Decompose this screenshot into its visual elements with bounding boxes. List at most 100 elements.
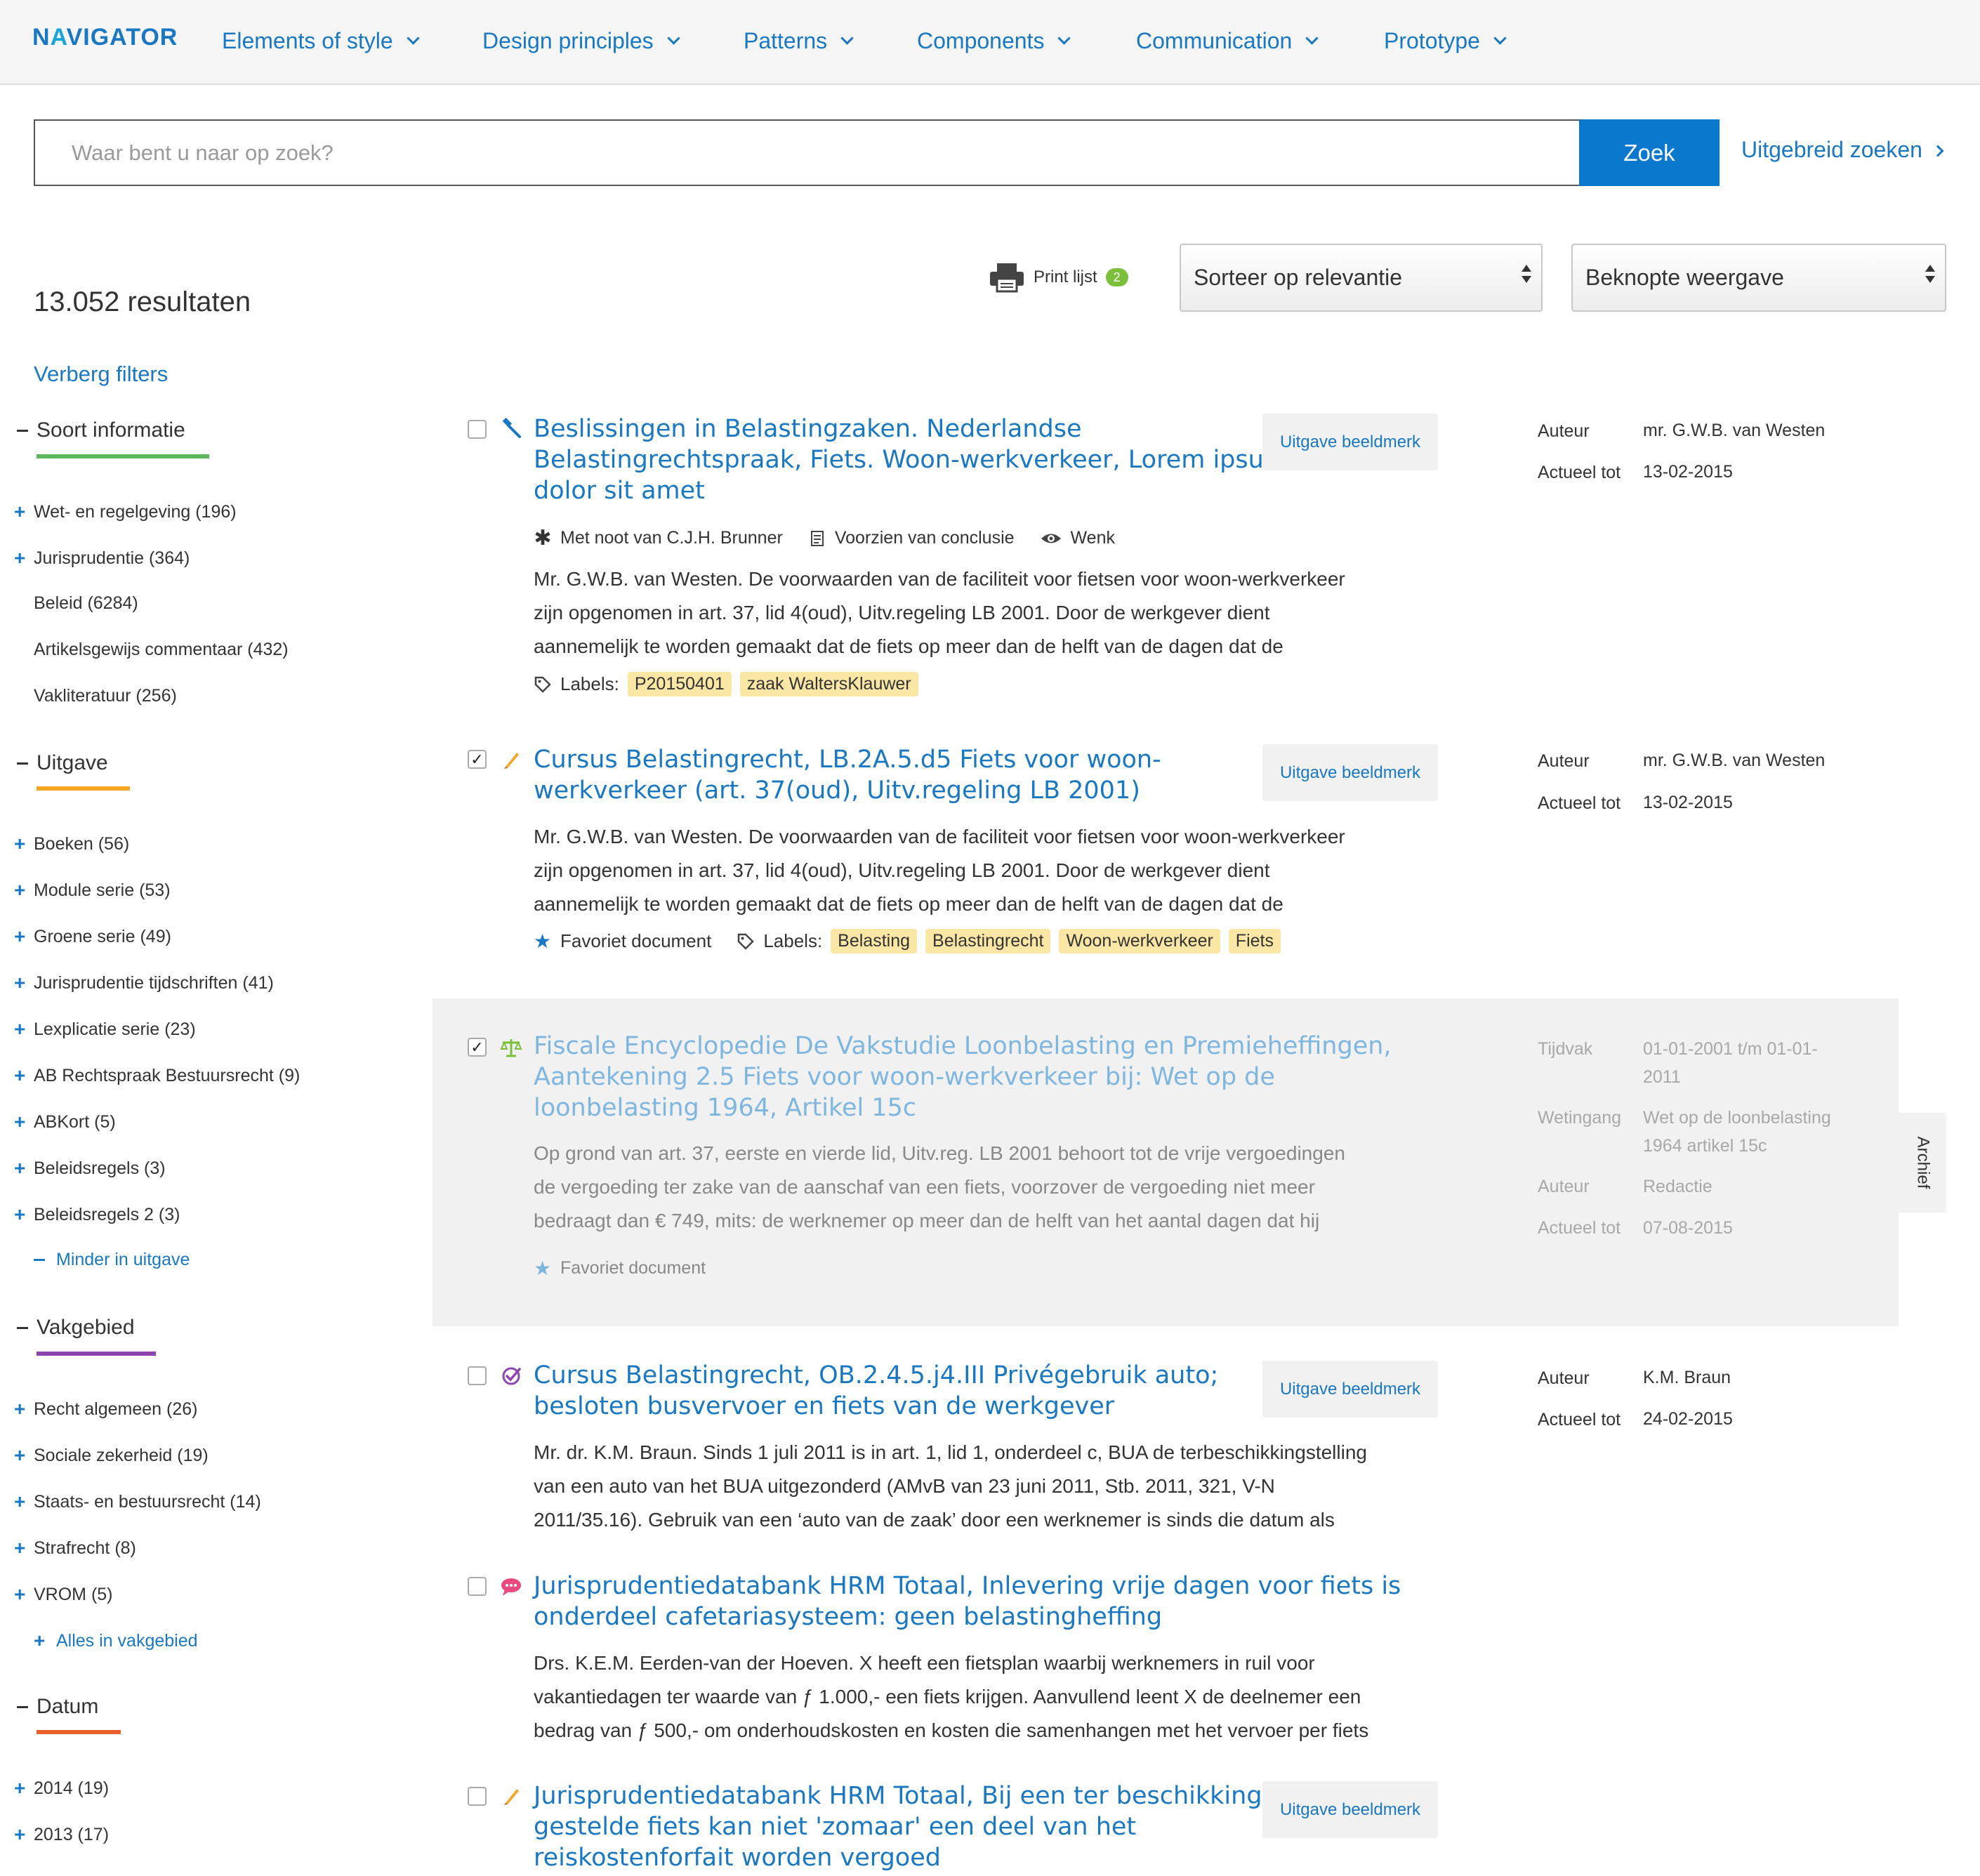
archive-tab[interactable]: Archief <box>1899 1113 1946 1213</box>
filter-item[interactable]: + Lexplicatie serie (23) <box>14 1018 196 1041</box>
search-button[interactable]: Zoek <box>1579 119 1720 186</box>
expand-icon: + <box>14 1823 26 1845</box>
feature-label: Met noot van C.J.H. Brunner <box>560 528 783 548</box>
less-in-uitgave-link[interactable]: Minder in uitgave <box>34 1250 190 1270</box>
title-line: onderdeel cafetariasysteem: geen belasti… <box>534 1603 1163 1631</box>
chevron-right-icon <box>1932 145 1944 157</box>
expand-icon: + <box>14 1444 26 1466</box>
sort-select[interactable]: Sorteer op relevantie <box>1180 244 1543 312</box>
label-tag[interactable]: Belasting <box>831 929 918 953</box>
nav-elements-of-style[interactable]: Elements of style <box>222 28 420 54</box>
nav-design-principles[interactable]: Design principles <box>482 28 680 54</box>
meta-key: Tijdvak <box>1538 1039 1593 1059</box>
filter-item[interactable]: + Strafrecht (8) <box>14 1537 136 1559</box>
filter-heading-vakgebied[interactable]: Vakgebied <box>17 1316 135 1340</box>
all-in-vakgebied-link[interactable]: + Alles in vakgebied <box>34 1630 198 1652</box>
filter-item[interactable]: + Beleidsregels 2 (3) <box>14 1203 180 1226</box>
filter-underline <box>37 1730 121 1734</box>
filter-item-label: ABKort (5) <box>34 1111 116 1132</box>
star-icon: ★ <box>534 1257 552 1279</box>
result-title[interactable]: Cursus Belastingrecht, OB.2.4.5.j4.III P… <box>534 1360 1218 1422</box>
filter-heading-datum[interactable]: Datum <box>17 1695 98 1719</box>
collapse-icon <box>17 1326 28 1329</box>
top-navigation: NAVIGATOR Elements of style Design princ… <box>0 0 1980 85</box>
expand-icon: + <box>14 833 26 854</box>
tag-icon <box>534 676 551 693</box>
filter-item[interactable]: Artikelsgewijs commentaar (432) <box>14 640 289 660</box>
filter-heading-soort-informatie[interactable]: Soort informatie <box>17 418 185 442</box>
result-checkbox[interactable] <box>468 1577 487 1596</box>
meta-key: Auteur <box>1538 1368 1590 1388</box>
meta-value-line: 2011 <box>1643 1067 1681 1087</box>
expand-icon: + <box>14 1064 26 1086</box>
result-title[interactable]: Fiscale Encyclopedie De Vakstudie Loonbe… <box>534 1031 1392 1123</box>
label-tag[interactable]: Fiets <box>1228 929 1281 953</box>
filter-item[interactable]: + Beleidsregels (3) <box>14 1157 166 1180</box>
chevron-down-icon <box>666 32 680 45</box>
filter-item[interactable]: + Wet- en regelgeving (196) <box>14 501 237 523</box>
snippet-line: Op grond van art. 37, eerste en vierde l… <box>534 1142 1345 1164</box>
result-title[interactable]: Jurisprudentiedatabank HRM Totaal, Inlev… <box>534 1571 1401 1632</box>
result-checkbox[interactable] <box>468 420 487 439</box>
filter-item-label: Wet- en regelgeving (196) <box>34 501 237 522</box>
chevron-down-icon <box>1305 32 1319 45</box>
nav-components[interactable]: Components <box>917 28 1071 54</box>
filter-item[interactable]: + Sociale zekerheid (19) <box>14 1444 209 1467</box>
label-tag[interactable]: P20150401 <box>627 672 732 696</box>
edition-logo-button[interactable]: Uitgave beeldmerk <box>1262 1361 1438 1418</box>
expand-icon: + <box>14 1157 26 1179</box>
filter-heading-label: Uitgave <box>37 751 108 774</box>
feature-note: ✱ Met noot van C.J.H. Brunner <box>534 527 783 548</box>
edition-logo-button[interactable]: Uitgave beeldmerk <box>1262 744 1438 801</box>
filter-item[interactable]: + VROM (5) <box>14 1583 113 1606</box>
result-title[interactable]: Beslissingen in Belastingzaken. Nederlan… <box>534 414 1288 506</box>
plus-icon: + <box>34 1630 46 1651</box>
label-tag[interactable]: Woon-werkverkeer <box>1059 929 1220 953</box>
title-line: Aantekening 2.5 Fiets voor woon-werkverk… <box>534 1063 1275 1091</box>
eye-icon <box>1041 534 1061 543</box>
filter-item[interactable]: +2014 (19) <box>14 1777 109 1799</box>
print-list-label: Print lijst <box>1034 267 1097 286</box>
result-title[interactable]: Jurisprudentiedatabank HRM Totaal, Bij e… <box>534 1781 1262 1873</box>
filter-item-label: Staats- en bestuursrecht (14) <box>34 1491 261 1512</box>
view-select[interactable]: Beknopte weergave <box>1571 244 1946 312</box>
filter-item[interactable]: + Boeken (56) <box>14 833 129 855</box>
result-title[interactable]: Cursus Belastingrecht, LB.2A.5.d5 Fiets … <box>534 744 1161 806</box>
nav-prototype[interactable]: Prototype <box>1384 28 1507 54</box>
filter-item[interactable]: + AB Rechtspraak Bestuursrecht (9) <box>14 1064 300 1087</box>
label-tag[interactable]: Belastingrecht <box>925 929 1051 953</box>
advanced-search-link[interactable]: Uitgebreid zoeken <box>1741 137 1944 163</box>
expand-icon: + <box>14 1111 26 1132</box>
result-checkbox[interactable]: ✓ <box>468 750 487 769</box>
chevron-down-icon <box>406 32 420 45</box>
filter-item[interactable]: + Recht algemeen (26) <box>14 1398 197 1420</box>
filter-item[interactable]: Vakliteratuur (256) <box>14 686 177 706</box>
edition-logo-button[interactable]: Uitgave beeldmerk <box>1262 1781 1438 1838</box>
nav-patterns[interactable]: Patterns <box>744 28 854 54</box>
filter-item[interactable]: +2013 (17) <box>14 1823 109 1846</box>
result-checkbox[interactable]: ✓ <box>468 1038 487 1057</box>
edition-logo-button[interactable]: Uitgave beeldmerk <box>1262 414 1438 470</box>
filter-item[interactable]: + Jurisprudentie (364) <box>14 547 190 569</box>
meta-key: Actueel tot <box>1538 1410 1621 1429</box>
filter-heading-label: Vakgebied <box>37 1316 135 1339</box>
filter-item[interactable]: + Module serie (53) <box>14 879 171 901</box>
hide-filters-link[interactable]: Verberg filters <box>34 362 168 387</box>
filter-item[interactable]: + Staats- en bestuursrecht (14) <box>14 1491 261 1513</box>
result-labels: ★ Favoriet document Labels: Belasting Be… <box>534 929 1289 953</box>
result-checkbox[interactable] <box>468 1787 487 1806</box>
filter-item[interactable]: + Groene serie (49) <box>14 925 171 948</box>
search-input[interactable] <box>34 119 1580 186</box>
nav-label: Communication <box>1136 28 1293 53</box>
filter-item[interactable]: Beleid (6284) <box>14 593 138 614</box>
nav-communication[interactable]: Communication <box>1136 28 1319 54</box>
label-tag[interactable]: zaak WaltersKlauwer <box>739 672 918 696</box>
filter-heading-uitgave[interactable]: Uitgave <box>17 751 108 775</box>
meta-value: mr. G.W.B. van Westen <box>1643 751 1826 770</box>
navigator-logo[interactable]: NAVIGATOR <box>32 24 178 51</box>
filter-item[interactable]: + ABKort (5) <box>14 1111 116 1133</box>
print-list-button[interactable]: Print lijst 2 <box>989 262 1128 293</box>
result-checkbox[interactable] <box>468 1366 487 1385</box>
filter-item-label: Boeken (56) <box>34 833 130 854</box>
filter-item[interactable]: + Jurisprudentie tijdschriften (41) <box>14 972 274 994</box>
